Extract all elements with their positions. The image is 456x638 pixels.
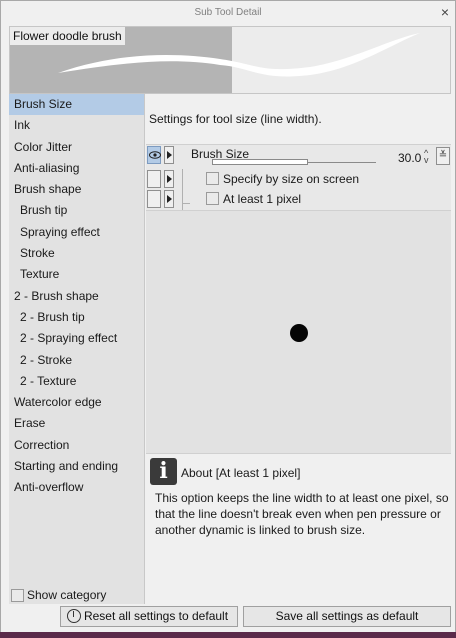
- show-category-toggle[interactable]: Show category: [11, 588, 106, 602]
- sub-tool-detail-window: Sub Tool Detail × Flower doodle brush Br…: [0, 0, 456, 632]
- sidebar-item[interactable]: Watercolor edge: [9, 392, 144, 413]
- sidebar-item[interactable]: 2 - Brush tip: [9, 307, 144, 328]
- sidebar-item[interactable]: Starting and ending: [9, 456, 144, 477]
- reset-all-settings-button[interactable]: Reset all settings to default: [60, 606, 238, 627]
- save-all-settings-button[interactable]: Save all settings as default: [243, 606, 451, 627]
- sidebar-item[interactable]: 2 - Brush shape: [9, 286, 144, 307]
- sidebar-item[interactable]: Brush tip: [9, 200, 144, 221]
- sidebar-item[interactable]: Color Jitter: [9, 137, 144, 158]
- title-bar: Sub Tool Detail ×: [1, 1, 455, 25]
- sidebar-item[interactable]: Brush shape: [9, 179, 144, 200]
- sidebar-item[interactable]: 2 - Texture: [9, 371, 144, 392]
- at-least-one-pixel-row: At least 1 pixel: [146, 189, 451, 209]
- expand-arrow-icon[interactable]: [164, 190, 174, 208]
- settings-description: Settings for tool size (line width).: [149, 112, 322, 126]
- sidebar-item[interactable]: Stroke: [9, 243, 144, 264]
- info-icon: i: [150, 458, 177, 485]
- sidebar-item[interactable]: Anti-overflow: [9, 477, 144, 498]
- eye-icon[interactable]: [147, 190, 161, 208]
- brush-size-preview-dot: [290, 324, 308, 342]
- eye-icon[interactable]: [147, 146, 161, 164]
- at-least-one-pixel-checkbox[interactable]: [206, 192, 219, 205]
- brush-size-spinner[interactable]: ^ v: [424, 149, 429, 165]
- brush-preview: Flower doodle brush: [9, 26, 451, 94]
- brush-size-row: Brush Size 30.0 ^ v ≚: [146, 145, 451, 165]
- category-list: Brush Size Ink Color Jitter Anti-aliasing Br…: [9, 94, 144, 499]
- spin-down-icon[interactable]: v: [424, 156, 429, 165]
- specify-by-size-row: Specify by size on screen: [146, 169, 451, 189]
- footer-bar: Reset all settings to default Save all s…: [1, 604, 455, 632]
- reset-icon: [67, 609, 81, 623]
- dynamics-dropdown-icon[interactable]: ≚: [436, 147, 450, 165]
- brush-size-value[interactable]: 30.0: [398, 151, 421, 165]
- brush-size-slider[interactable]: [212, 159, 308, 165]
- sidebar-item[interactable]: Anti-aliasing: [9, 158, 144, 179]
- about-section: i About [At least 1 pixel] This option k…: [146, 456, 451, 604]
- at-least-one-pixel-label: At least 1 pixel: [223, 192, 302, 206]
- sidebar-item[interactable]: Brush Size: [9, 94, 144, 116]
- sidebar-item[interactable]: Erase: [9, 413, 144, 434]
- about-title: About [At least 1 pixel]: [181, 466, 301, 480]
- settings-panel: Settings for tool size (line width). Bru…: [146, 94, 451, 604]
- brush-size-settings: Brush Size 30.0 ^ v ≚ Specify by size on…: [146, 144, 451, 211]
- brush-name: Flower doodle brush: [10, 27, 125, 45]
- sidebar-item[interactable]: Spraying effect: [9, 222, 144, 243]
- expand-arrow-icon[interactable]: [164, 146, 174, 164]
- show-category-label: Show category: [27, 588, 107, 602]
- specify-by-size-checkbox[interactable]: [206, 172, 219, 185]
- about-text: This option keeps the line width to at l…: [155, 491, 449, 537]
- sidebar-item[interactable]: Ink: [9, 115, 144, 136]
- expand-arrow-icon[interactable]: [164, 170, 174, 188]
- specify-by-size-label: Specify by size on screen: [223, 172, 360, 186]
- window-title: Sub Tool Detail: [194, 7, 262, 18]
- size-preview-area: [146, 210, 451, 454]
- reset-button-label: Reset all settings to default: [83, 609, 229, 623]
- sidebar-item[interactable]: Correction: [9, 435, 144, 456]
- sidebar-item[interactable]: 2 - Stroke: [9, 350, 144, 371]
- eye-icon[interactable]: [147, 170, 161, 188]
- show-category-checkbox[interactable]: [11, 588, 24, 602]
- category-sidebar: Brush Size Ink Color Jitter Anti-aliasing Br…: [9, 94, 145, 604]
- close-icon[interactable]: ×: [441, 5, 449, 19]
- sidebar-item[interactable]: Texture: [9, 264, 144, 285]
- sidebar-item[interactable]: 2 - Spraying effect: [9, 328, 144, 349]
